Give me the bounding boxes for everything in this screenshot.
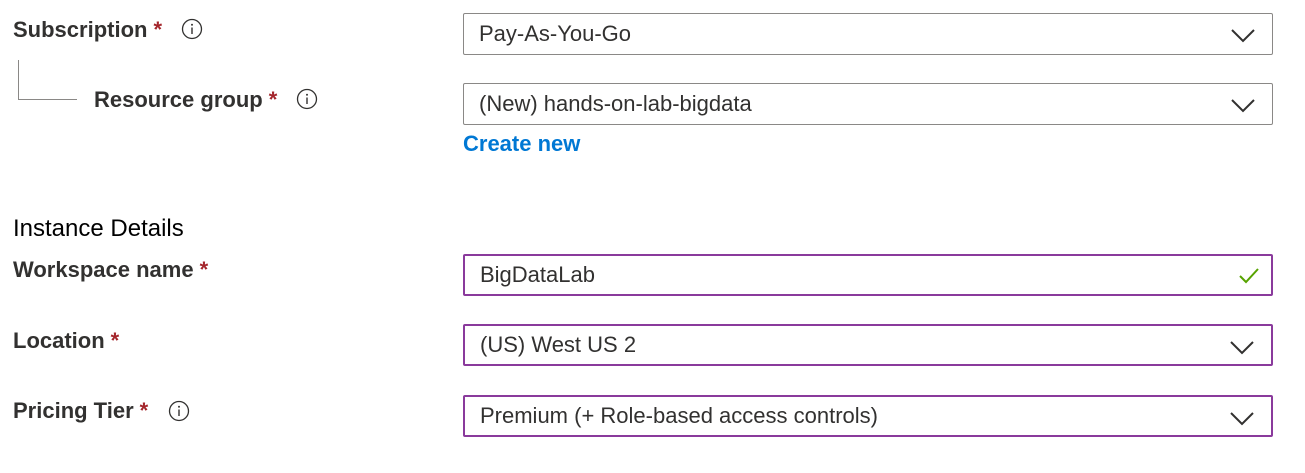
location-value: (US) West US 2: [480, 332, 637, 357]
info-icon[interactable]: [168, 400, 190, 422]
workspace-name-input[interactable]: BigDataLab: [463, 254, 1273, 296]
info-icon[interactable]: [181, 18, 203, 40]
chevron-down-icon: [1230, 412, 1254, 426]
location-label: Location *: [13, 327, 119, 355]
tree-connector-line: [18, 60, 77, 100]
workspace-name-value: BigDataLab: [480, 262, 595, 287]
pricing-tier-value: Premium (+ Role-based access controls): [480, 403, 878, 428]
required-asterisk: *: [110, 328, 120, 353]
info-icon[interactable]: [296, 88, 318, 110]
chevron-down-icon: [1230, 341, 1254, 355]
pricing-tier-dropdown[interactable]: Premium (+ Role-based access controls): [463, 395, 1273, 437]
checkmark-icon: [1239, 268, 1259, 284]
required-asterisk: *: [153, 17, 163, 42]
location-dropdown[interactable]: (US) West US 2: [463, 324, 1273, 366]
pricing-tier-label-text: Pricing Tier: [13, 398, 134, 423]
location-label-text: Location: [13, 328, 105, 353]
subscription-dropdown[interactable]: Pay-As-You-Go: [463, 13, 1273, 55]
pricing-tier-label: Pricing Tier *: [13, 397, 148, 425]
instance-details-heading: Instance Details: [13, 215, 184, 242]
required-asterisk: *: [199, 257, 209, 282]
subscription-label: Subscription *: [13, 16, 162, 44]
workspace-name-label-text: Workspace name: [13, 257, 194, 282]
create-new-link[interactable]: Create new: [463, 130, 580, 158]
form-page: Subscription * Pay-As-You-Go Resource gro…: [0, 0, 1305, 473]
resource-group-dropdown[interactable]: (New) hands-on-lab-bigdata: [463, 83, 1273, 125]
subscription-label-text: Subscription: [13, 17, 148, 42]
resource-group-label: Resource group *: [94, 86, 277, 114]
chevron-down-icon: [1231, 29, 1255, 43]
resource-group-label-text: Resource group: [94, 87, 263, 112]
chevron-down-icon: [1231, 99, 1255, 113]
required-asterisk: *: [268, 87, 278, 112]
resource-group-value: (New) hands-on-lab-bigdata: [479, 91, 752, 116]
required-asterisk: *: [139, 398, 149, 423]
workspace-name-label: Workspace name *: [13, 256, 208, 284]
subscription-value: Pay-As-You-Go: [479, 21, 632, 46]
